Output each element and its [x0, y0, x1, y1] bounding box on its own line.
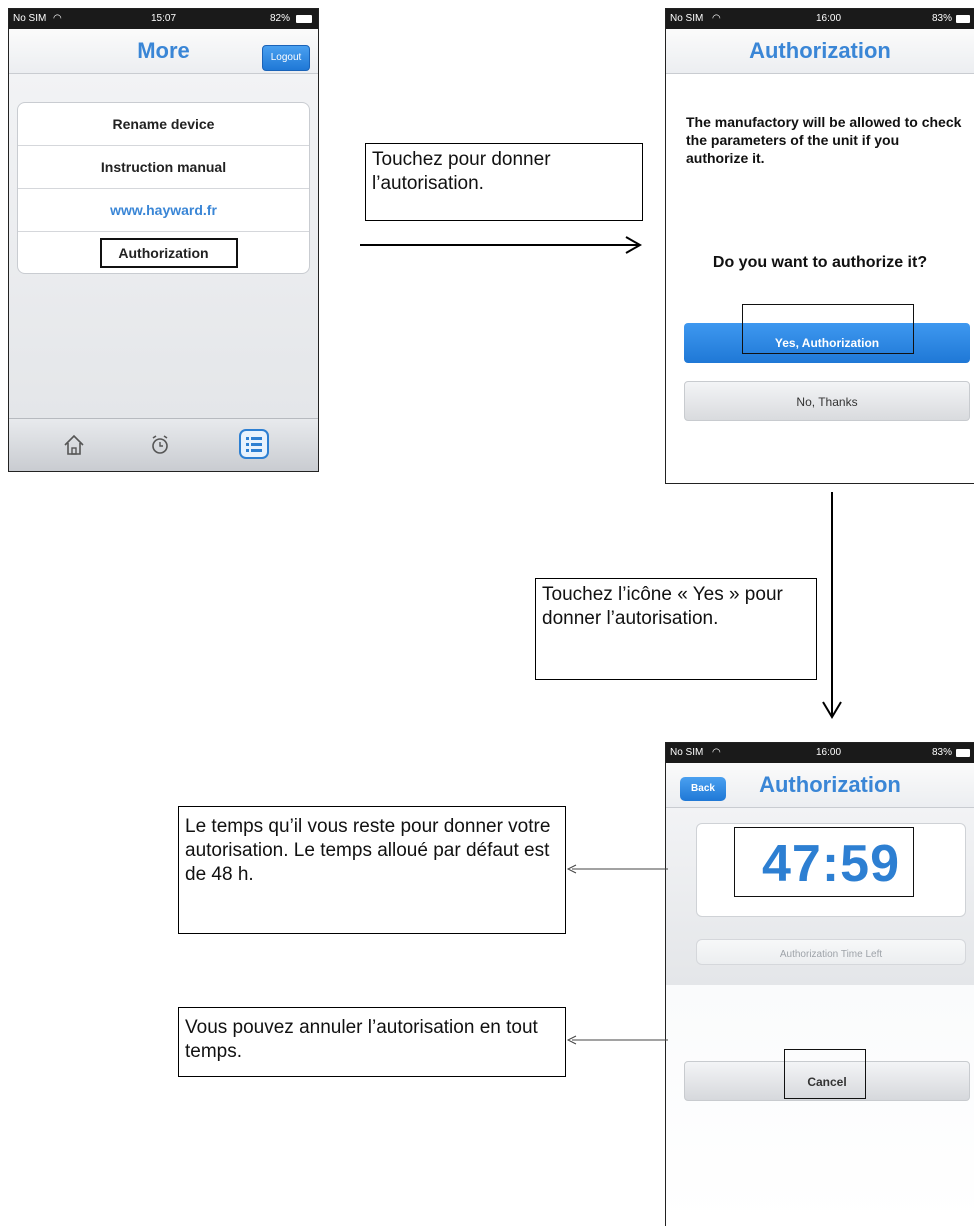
- no-thanks-button[interactable]: No, Thanks: [684, 381, 970, 421]
- arrow-right-connector: [360, 236, 643, 254]
- phone-authorization-screen: No SIM ◠ 16:00 83% Authorization The man…: [665, 8, 974, 484]
- menu-item-rename-device[interactable]: Rename device: [18, 103, 309, 146]
- status-bar: No SIM ◠ 16:00 83%: [666, 743, 974, 763]
- list-icon: [239, 429, 269, 459]
- menu-item-authorization[interactable]: Authorization: [18, 232, 309, 273]
- more-menu: Rename device Instruction manual www.hay…: [17, 102, 310, 274]
- tab-home[interactable]: [59, 431, 89, 459]
- phone-timer-screen: No SIM ◠ 16:00 83% Back Authorization 47…: [665, 742, 974, 1226]
- tab-alarm[interactable]: [145, 431, 175, 459]
- arrow-time-connector: [566, 864, 668, 874]
- home-icon: [64, 434, 84, 455]
- authorization-message: The manufactory will be allowed to check…: [686, 114, 962, 166]
- menu-item-instruction-manual[interactable]: Instruction manual: [18, 146, 309, 189]
- arrow-cancel-connector: [566, 1035, 668, 1045]
- highlight-box: [784, 1049, 866, 1099]
- battery-icon: [296, 15, 312, 23]
- page-title: Authorization: [759, 772, 901, 797]
- highlight-box: [734, 827, 914, 897]
- highlight-box: [100, 238, 238, 268]
- carrier-label: No SIM: [670, 13, 704, 24]
- wifi-icon: ◠: [53, 13, 62, 24]
- callout-tap-to-authorize: Touchez pour donner l’autorisation.: [365, 143, 643, 221]
- clock-label: 16:00: [816, 13, 842, 24]
- battery-label: 82%: [269, 13, 290, 24]
- highlight-box: [742, 304, 914, 354]
- status-bar: No SIM ◠ 15:07 82%: [9, 9, 318, 29]
- time-left-caption: Authorization Time Left: [696, 939, 966, 965]
- alarm-clock-icon: [152, 435, 168, 454]
- arrow-down-connector: [822, 492, 842, 719]
- callout-tap-yes: Touchez l’icône « Yes » pour donner l’au…: [535, 578, 817, 680]
- battery-icon: [956, 749, 970, 757]
- wifi-icon: ◠: [712, 13, 721, 24]
- clock-label: 16:00: [816, 747, 842, 758]
- logout-button[interactable]: Logout: [262, 45, 310, 71]
- clock-label: 15:07: [151, 13, 177, 24]
- battery-label: 83%: [931, 747, 952, 758]
- nav-bar: Back Authorization: [666, 763, 974, 808]
- phone-more-screen: No SIM ◠ 15:07 82% More Logout Rename de…: [8, 8, 319, 472]
- tab-more[interactable]: [237, 427, 271, 461]
- wifi-icon: ◠: [712, 747, 721, 758]
- carrier-label: No SIM: [670, 747, 704, 758]
- menu-item-website-link[interactable]: www.hayward.fr: [18, 189, 309, 232]
- status-bar: No SIM ◠ 16:00 83%: [666, 9, 974, 29]
- callout-cancel-anytime: Vous pouvez annuler l’autorisation en to…: [178, 1007, 566, 1077]
- tab-bar: [9, 418, 318, 471]
- nav-bar: More Logout: [9, 29, 318, 74]
- battery-icon: [956, 15, 970, 23]
- authorization-question: Do you want to authorize it?: [712, 254, 928, 271]
- page-title: Authorization: [749, 38, 891, 63]
- nav-bar: Authorization: [666, 29, 974, 74]
- battery-label: 83%: [931, 13, 952, 24]
- callout-time-remaining: Le temps qu’il vous reste pour donner vo…: [178, 806, 566, 934]
- lower-background: [666, 985, 974, 1226]
- carrier-label: No SIM: [13, 13, 47, 24]
